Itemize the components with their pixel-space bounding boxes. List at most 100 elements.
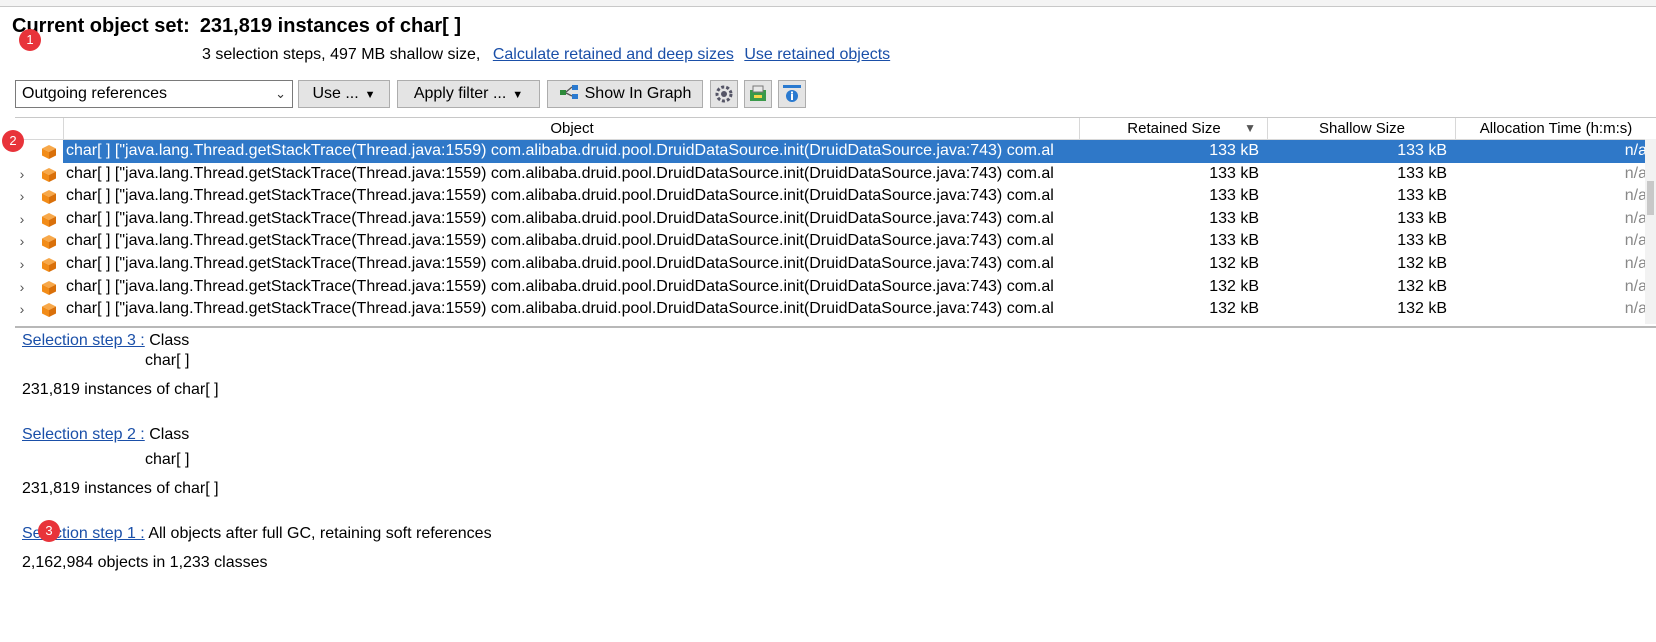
row-shallow-size: 133 kB [1397,187,1447,205]
selection-step-2-kind: Class [149,426,190,443]
table-row[interactable]: › char[ ] ["java.lang.Thread.getStackTrac… [15,253,1647,277]
show-in-graph-button[interactable]: Show In Graph [547,80,703,108]
column-shallow-size[interactable]: Shallow Size [1267,118,1456,139]
expand-arrow-icon[interactable]: › [15,211,29,227]
expand-arrow-icon[interactable]: › [15,188,29,204]
annotation-marker-2: 2 [2,130,24,152]
scrollbar-thumb[interactable] [1647,181,1654,215]
column-object[interactable]: Object [63,118,1080,139]
row-allocation-time: n/a [1624,232,1647,250]
row-retained-size: 133 kB [1209,142,1259,159]
selection-step-1-kind: All objects after full GC, retaining sof… [148,525,492,542]
show-in-graph-label: Show In Graph [584,85,692,102]
selection-step-2-link[interactable]: Selection step 2 : [22,426,145,443]
row-retained-size: 132 kB [1209,277,1259,295]
row-allocation-time: n/a [1624,142,1647,159]
row-shallow-size: 133 kB [1397,142,1447,159]
settings-icon [715,85,733,103]
row-object: char[ ] ["java.lang.Thread.getStackTrace… [66,255,1054,272]
table-row[interactable]: › char[ ] ["java.lang.Thread.getStackTrac… [15,208,1647,232]
export-button[interactable] [744,80,772,108]
table-row[interactable]: › char[ ] ["java.lang.Thread.getStackTrac… [15,230,1647,254]
selection-step-2: Selection step 2 : Class [22,426,189,444]
table-row[interactable]: › char[ ] ["java.lang.Thread.getStackTrac… [15,163,1647,187]
object-set-summary: 3 selection steps, 497 MB shallow size, … [202,46,890,64]
use-retained-link[interactable]: Use retained objects [744,46,890,63]
expand-arrow-icon[interactable]: › [15,166,29,182]
object-cube-icon [42,258,56,272]
row-shallow-size: 132 kB [1397,277,1447,295]
row-retained-size: 132 kB [1209,300,1259,318]
row-shallow-size: 133 kB [1397,209,1447,227]
row-allocation-time: n/a [1624,164,1647,182]
row-retained-size: 133 kB [1209,164,1259,182]
row-allocation-time: n/a [1624,187,1647,205]
expand-arrow-icon[interactable]: › [15,301,29,317]
row-object: char[ ] ["java.lang.Thread.getStackTrace… [66,277,1054,295]
objects-table: Object Retained Size ▼ Shallow Size Allo… [15,117,1656,328]
use-button-label: Use ... [312,85,359,102]
selection-step-3-result: 231,819 instances of char[ ] [22,381,219,398]
row-object: char[ ] ["java.lang.Thread.getStackTrace… [66,164,1054,182]
object-cube-icon [42,190,56,205]
page-title: Current object set: 231,819 instances of … [12,15,461,38]
object-cube-icon [42,303,56,318]
row-object: char[ ] ["java.lang.Thread.getStackTrace… [66,187,1054,205]
row-object: char[ ] ["java.lang.Thread.getStackTrace… [66,209,1054,227]
selection-step-2-result: 231,819 instances of char[ ] [22,480,219,497]
row-retained-size: 132 kB [1209,255,1259,272]
view-select[interactable]: Outgoing references ⌄ [15,80,293,108]
annotation-marker-1: 1 [19,29,41,51]
row-allocation-time: n/a [1624,209,1647,227]
table-header: Object Retained Size ▼ Shallow Size Allo… [15,118,1645,140]
row-retained-size: 133 kB [1209,187,1259,205]
annotation-marker-3: 3 [38,520,60,542]
dropdown-caret-icon: ▼ [512,89,524,101]
use-button[interactable]: Use ... ▼ [298,80,390,108]
selection-step-1-result: 2,162,984 objects in 1,233 classes [22,554,268,571]
info-panel-icon [783,85,801,102]
row-object: char[ ] ["java.lang.Thread.getStackTrace… [66,232,1054,250]
table-row[interactable]: char[ ] ["java.lang.Thread.getStackTrace… [15,140,1647,164]
sort-descending-icon: ▼ [1244,121,1256,135]
chevron-down-icon: ⌄ [275,86,286,101]
object-cube-icon [42,280,56,295]
object-cube-icon [42,167,56,182]
selection-step-1: Selection step 1 : All objects after ful… [22,525,492,543]
table-row[interactable]: › char[ ] ["java.lang.Thread.getStackTrac… [15,276,1647,300]
row-retained-size: 133 kB [1209,209,1259,227]
expand-arrow-icon[interactable]: › [15,279,29,295]
row-shallow-size: 133 kB [1397,232,1447,250]
apply-filter-button[interactable]: Apply filter ... ▼ [397,80,540,108]
graph-icon [559,85,578,99]
object-cube-icon [42,235,56,250]
vertical-scrollbar[interactable] [1645,139,1656,324]
table-row[interactable]: › char[ ] ["java.lang.Thread.getStackTrac… [15,185,1647,209]
view-select-value: Outgoing references [22,85,167,102]
selection-step-3: Selection step 3 : Class [22,332,189,350]
info-panel-button[interactable] [778,80,806,108]
column-allocation-time[interactable]: Allocation Time (h:m:s) [1455,118,1656,139]
expand-arrow-icon[interactable]: › [15,256,29,272]
selection-step-2-detail: char[ ] [145,451,190,468]
row-shallow-size: 133 kB [1397,164,1447,182]
selection-step-3-kind: Class [149,332,190,349]
settings-button[interactable] [710,80,738,108]
row-retained-size: 133 kB [1209,232,1259,250]
row-object: char[ ] ["java.lang.Thread.getStackTrace… [66,300,1054,318]
column-retained-size-label: Retained Size [1127,120,1221,137]
table-row[interactable]: › char[ ] ["java.lang.Thread.getStackTrac… [15,298,1647,322]
calculate-retained-link[interactable]: Calculate retained and deep sizes [493,46,734,63]
row-allocation-time: n/a [1624,277,1647,295]
row-allocation-time: n/a [1624,255,1647,272]
dropdown-caret-icon: ▼ [364,89,376,101]
top-divider [0,0,1656,7]
selection-step-3-link[interactable]: Selection step 3 : [22,332,145,349]
column-retained-size[interactable]: Retained Size ▼ [1079,118,1268,139]
object-cube-icon [42,145,56,159]
title-value: 231,819 instances of char[ ] [199,15,462,37]
expand-arrow-icon[interactable]: › [15,233,29,249]
apply-filter-label: Apply filter ... [413,85,507,102]
row-allocation-time: n/a [1624,300,1647,318]
export-icon [750,85,766,101]
